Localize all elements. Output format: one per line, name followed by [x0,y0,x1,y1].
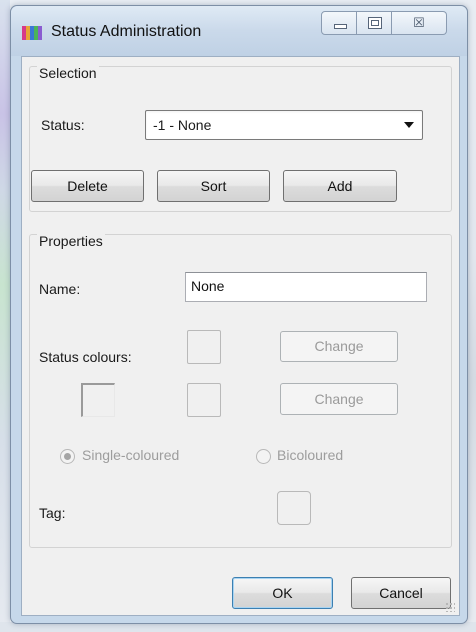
properties-group: Properties Name: Status colours: Change … [29,233,452,548]
close-button[interactable]: ☒ [392,11,447,35]
sort-button-label: Sort [200,178,227,194]
status-administration-window: Status Administration ☒ Selection Status… [10,5,468,624]
primary-colour-swatch [187,330,221,364]
add-button[interactable]: Add [283,170,397,202]
resize-grip-icon[interactable] [445,602,455,612]
desktop-background-left [0,0,10,632]
change-secondary-colour-button[interactable]: Change [280,383,398,415]
name-field[interactable] [185,272,427,302]
close-icon: ☒ [413,15,425,30]
single-coloured-label: Single-coloured [82,447,180,463]
secondary-colour-swatch [187,383,221,417]
chevron-down-icon [404,122,414,128]
status-dropdown-value: -1 - None [153,117,212,133]
minimize-button[interactable] [321,11,357,35]
minimize-icon [334,24,347,29]
title-bar[interactable]: Status Administration ☒ [11,6,467,56]
delete-button-label: Delete [67,178,108,194]
cancel-button[interactable]: Cancel [351,577,451,609]
bicoloured-radio[interactable] [256,449,271,464]
tag-colour-swatch[interactable] [277,491,311,525]
selection-group: Selection Status: -1 - None Delete Sort … [29,65,452,212]
change-button-label: Change [314,338,364,354]
name-label: Name: [39,281,81,297]
change-primary-colour-button[interactable]: Change [280,331,398,362]
status-app-icon [22,26,42,40]
sort-button[interactable]: Sort [157,170,270,202]
name-input[interactable] [191,278,411,294]
selection-group-label: Selection [37,65,99,81]
status-dropdown[interactable]: -1 - None [145,110,423,140]
maximize-icon [368,17,382,29]
window-title: Status Administration [51,23,202,40]
properties-group-label: Properties [37,233,105,249]
ok-button-label: OK [272,585,293,601]
maximize-button[interactable] [357,11,392,35]
caption-buttons: ☒ [321,11,447,35]
background-colour-swatch [81,383,115,417]
status-label: Status: [41,117,85,133]
ok-button[interactable]: OK [232,577,333,609]
single-coloured-radio[interactable] [60,449,75,464]
delete-button[interactable]: Delete [31,170,144,202]
cancel-button-label: Cancel [379,585,423,601]
dialog-client-area: Selection Status: -1 - None Delete Sort … [21,56,460,616]
tag-label: Tag: [39,505,66,521]
status-colours-label: Status colours: [39,349,132,365]
bicoloured-label: Bicoloured [277,447,344,463]
change-button-label: Change [314,391,364,407]
add-button-label: Add [327,178,353,194]
